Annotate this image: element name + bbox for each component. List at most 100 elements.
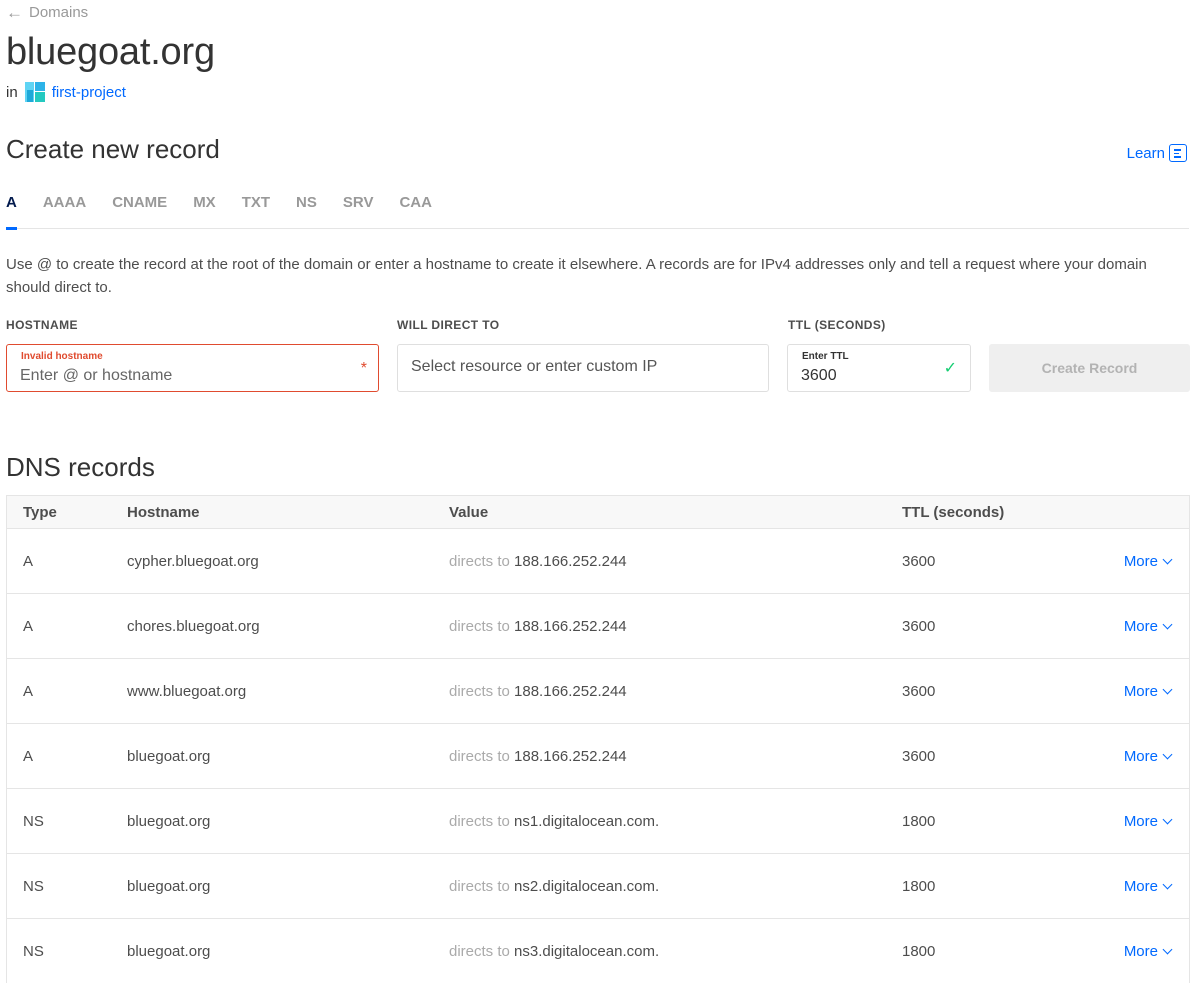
back-link-label: Domains	[29, 4, 89, 21]
record-type: NS	[23, 813, 44, 830]
more-label: More	[1123, 943, 1158, 960]
record-ttl: 1800	[902, 878, 936, 895]
create-record-button[interactable]: Create Record	[989, 344, 1190, 392]
will-direct-to-input[interactable]	[411, 358, 738, 376]
tab-a[interactable]: A	[6, 190, 17, 230]
page-title: bluegoat.org	[6, 31, 215, 73]
more-button[interactable]: More	[1123, 618, 1173, 635]
record-type: NS	[23, 878, 44, 895]
more-button[interactable]: More	[1123, 683, 1173, 700]
more-label: More	[1123, 553, 1158, 570]
record-hostname: chores.bluegoat.org	[127, 618, 260, 635]
record-help-text: Use @ to create the record at the root o…	[6, 256, 1147, 296]
record-target: 188.166.252.244	[514, 683, 627, 700]
hostname-input[interactable]	[20, 367, 348, 385]
record-type: A	[23, 553, 34, 570]
checkmark-icon: ✓	[943, 360, 957, 377]
record-ttl: 3600	[902, 618, 936, 635]
chevron-down-icon	[1162, 684, 1173, 695]
record-hostname: bluegoat.org	[127, 943, 211, 960]
table-row: NS bluegoat.org directs to ns2.digitalocea…	[7, 854, 1189, 919]
tab-ns[interactable]: NS	[296, 190, 317, 229]
record-hostname: bluegoat.org	[127, 813, 211, 830]
record-hostname: www.bluegoat.org	[127, 683, 247, 700]
more-button[interactable]: More	[1124, 813, 1173, 830]
ttl-field: Enter TTL ✓	[787, 344, 971, 392]
ttl-label: TTL (SECONDS)	[788, 318, 886, 332]
table-row: Achores.bluegoat.org directs to 188.166.2…	[7, 594, 1189, 659]
record-hostname: cypher.bluegoat.org	[127, 553, 259, 570]
tab-txt[interactable]: TXT	[242, 190, 270, 229]
table-row: Abluegoat.org directs to 188.166.252.244 3…	[7, 724, 1189, 789]
record-hostname: bluegoat.org	[127, 878, 211, 895]
hostname-column-header: Hostname	[127, 504, 200, 521]
record-target: ns3.digitalocean.com.	[514, 943, 660, 960]
record-type-tabs: A AAAA CNAME MX TXT NS SRV CAA	[6, 190, 1189, 230]
tab-caa[interactable]: CAA	[399, 190, 432, 229]
project-line: in first-project	[6, 82, 126, 102]
record-ttl: 3600	[902, 748, 936, 765]
tab-mx[interactable]: MX	[193, 190, 216, 229]
ttl-mini-label: Enter TTL	[802, 351, 849, 362]
create-record-title: Create new record	[6, 134, 220, 164]
project-in-label: in	[6, 83, 18, 101]
record-target: ns1.digitalocean.com.	[514, 813, 660, 830]
record-type: NS	[23, 943, 44, 960]
table-row: Awww.bluegoat.org directs to 188.166.252.…	[7, 659, 1189, 724]
required-asterisk: *	[360, 360, 367, 377]
tab-srv[interactable]: SRV	[343, 190, 374, 229]
directs-to-label: directs to	[449, 878, 510, 895]
project-link[interactable]: first-project	[52, 84, 126, 101]
chevron-down-icon	[1162, 554, 1173, 565]
tab-aaaa[interactable]: AAAA	[43, 190, 86, 229]
will-direct-to-field	[397, 344, 769, 392]
arrow-left-icon: ←	[6, 3, 23, 22]
record-target: 188.166.252.244	[514, 618, 627, 635]
dns-records-title: DNS records	[6, 452, 155, 482]
record-type: A	[23, 683, 34, 700]
record-ttl: 3600	[902, 553, 936, 570]
ttl-column-header: TTL (seconds)	[902, 504, 1005, 521]
table-row: NS bluegoat.org directs to ns3.digitalocea…	[7, 919, 1189, 983]
record-value: directs to 188.166.252.244	[449, 553, 627, 570]
ttl-input[interactable]	[801, 367, 940, 385]
hostname-error-label: Invalid hostname	[21, 351, 103, 362]
tab-cname[interactable]: CNAME	[112, 190, 167, 229]
chevron-down-icon	[1162, 944, 1173, 955]
record-value: directs to 188.166.252.244	[449, 683, 627, 700]
record-ttl: 3600	[902, 683, 936, 700]
record-value: directs to ns3.digitalocean.com.	[449, 943, 659, 960]
record-value: directs to 188.166.252.244	[449, 748, 627, 765]
hostname-label: HOSTNAME	[6, 318, 78, 332]
directs-to-label: directs to	[449, 683, 510, 700]
learn-link[interactable]: Learn	[1127, 144, 1187, 162]
directs-to-label: directs to	[449, 553, 510, 570]
will-direct-to-label: WILL DIRECT TO	[397, 318, 500, 332]
more-button[interactable]: More	[1123, 943, 1173, 960]
record-target: ns2.digitalocean.com.	[514, 878, 660, 895]
record-value: directs to ns2.digitalocean.com.	[449, 878, 659, 895]
more-label: More	[1123, 683, 1158, 700]
chevron-down-icon	[1162, 619, 1173, 630]
record-target: 188.166.252.244	[514, 748, 627, 765]
project-icon	[24, 82, 45, 102]
hostname-field: Invalid hostname *	[6, 344, 379, 392]
record-type: A	[23, 618, 34, 635]
table-row: NS bluegoat.org directs to ns1.digitalocea…	[7, 789, 1189, 854]
directs-to-label: directs to	[449, 748, 510, 765]
more-label: More	[1123, 618, 1158, 635]
learn-label: Learn	[1126, 144, 1165, 162]
table-header-row: Type Hostname Value TTL (seconds)	[7, 496, 1189, 529]
record-rows: Acypher.bluegoat.org directs to 188.166.2…	[7, 529, 1189, 983]
more-button[interactable]: More	[1123, 748, 1173, 765]
chevron-down-icon	[1162, 814, 1173, 825]
more-button[interactable]: More	[1123, 553, 1173, 570]
back-to-domains-link[interactable]: ← Domains	[6, 4, 88, 21]
record-value: directs to ns1.digitalocean.com.	[449, 813, 659, 830]
record-type: A	[23, 748, 34, 765]
directs-to-label: directs to	[449, 813, 510, 830]
more-label: More	[1123, 878, 1158, 895]
more-label: More	[1123, 748, 1158, 765]
more-button[interactable]: More	[1123, 878, 1173, 895]
record-ttl: 1800	[902, 813, 936, 830]
